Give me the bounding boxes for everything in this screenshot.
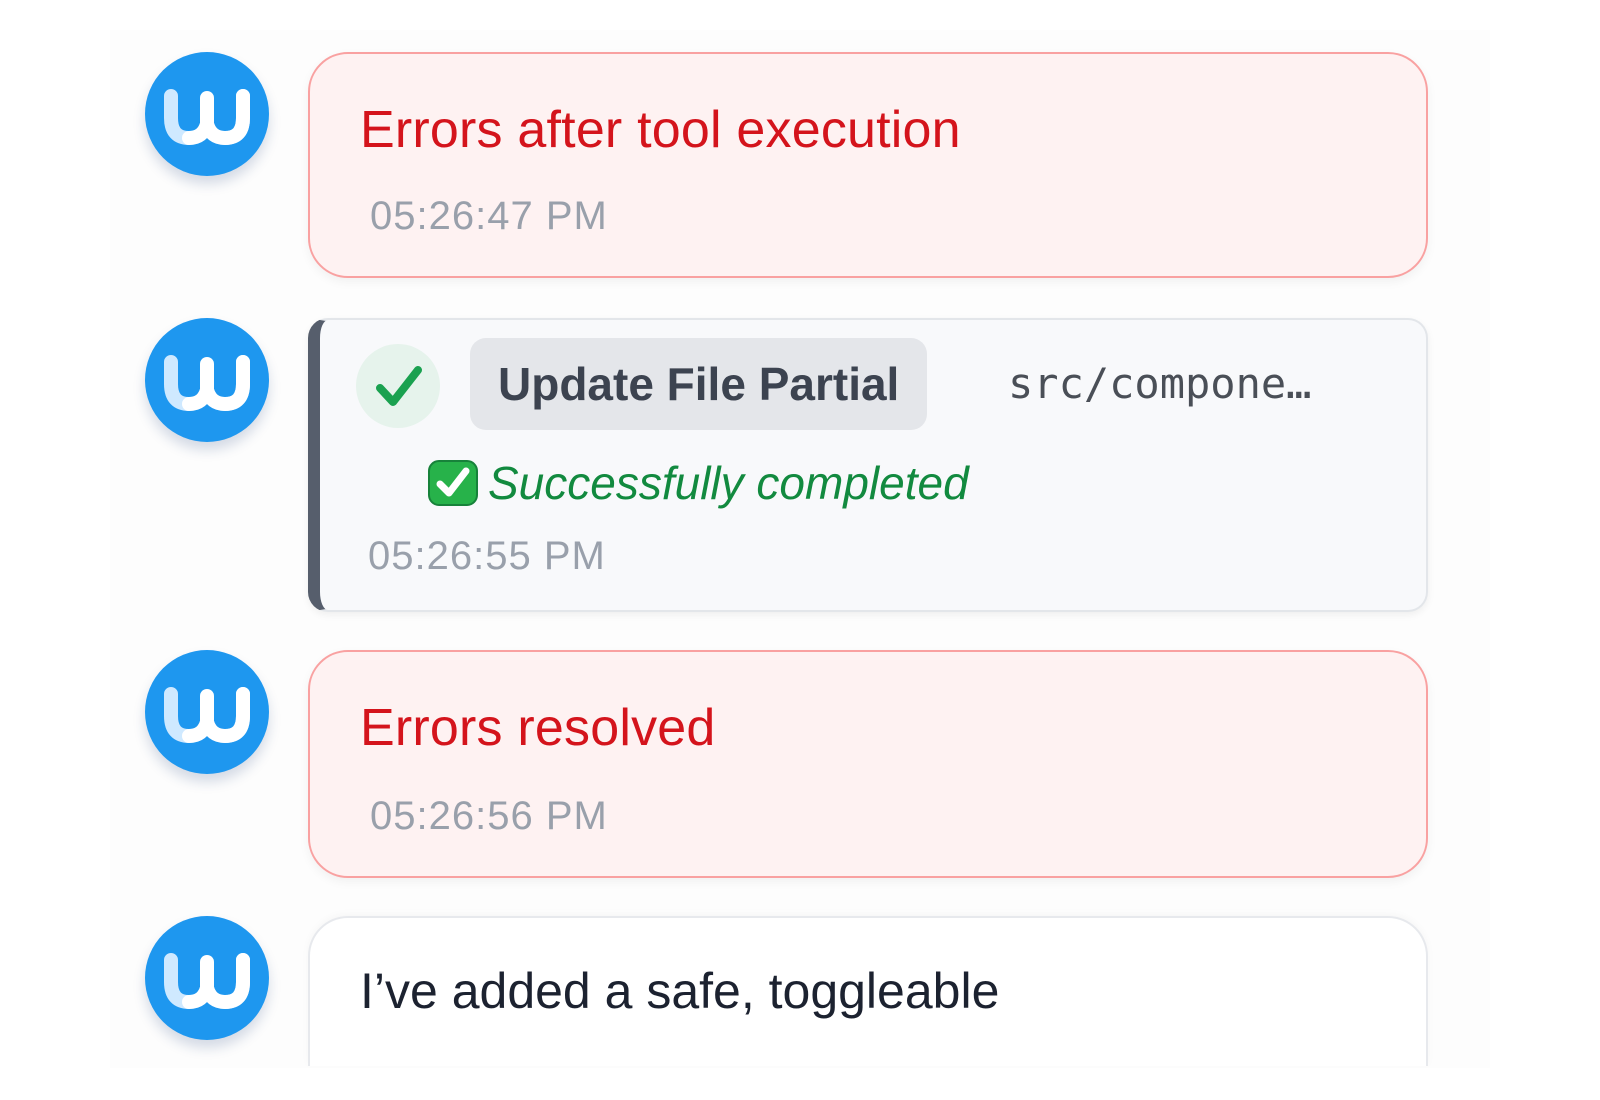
message-timestamp: 05:26:47 PM (370, 194, 608, 238)
chat-log: Errors after tool execution 05:26:47 PM … (0, 0, 1600, 1100)
error-message-text: Errors resolved (360, 699, 716, 757)
assistant-avatar (145, 52, 269, 176)
w-logo-icon (164, 687, 250, 743)
tool-name-badge: Update File Partial (470, 338, 928, 430)
error-message-bubble: Errors resolved 05:26:56 PM (308, 650, 1428, 878)
error-message-text: Errors after tool execution (360, 101, 961, 159)
tool-status-row: Successfully completed (426, 456, 969, 516)
tool-file-path[interactable]: src/compone… (1008, 354, 1380, 414)
w-logo-icon (164, 355, 250, 411)
assistant-avatar (145, 916, 269, 1040)
message-timestamp: 05:26:56 PM (370, 794, 608, 838)
assistant-message-bubble: I’ve added a safe, toggleable (308, 916, 1428, 1066)
tool-status-text: Successfully completed (488, 457, 969, 509)
tool-status-indicator (356, 344, 440, 428)
w-logo-icon (164, 953, 250, 1009)
error-message-bubble: Errors after tool execution 05:26:47 PM (308, 52, 1428, 278)
assistant-message-text: I’ve added a safe, toggleable (360, 963, 1000, 1019)
checkmark-icon (376, 366, 422, 406)
w-logo-icon (164, 89, 250, 145)
white-check-mark-emoji-icon (426, 458, 480, 508)
assistant-avatar (145, 650, 269, 774)
tool-call-card[interactable]: Update File Partial src/compone… Success… (308, 318, 1428, 612)
scroll-clip-edge (0, 1068, 1600, 1100)
message-timestamp: 05:26:55 PM (368, 534, 606, 578)
assistant-avatar (145, 318, 269, 442)
